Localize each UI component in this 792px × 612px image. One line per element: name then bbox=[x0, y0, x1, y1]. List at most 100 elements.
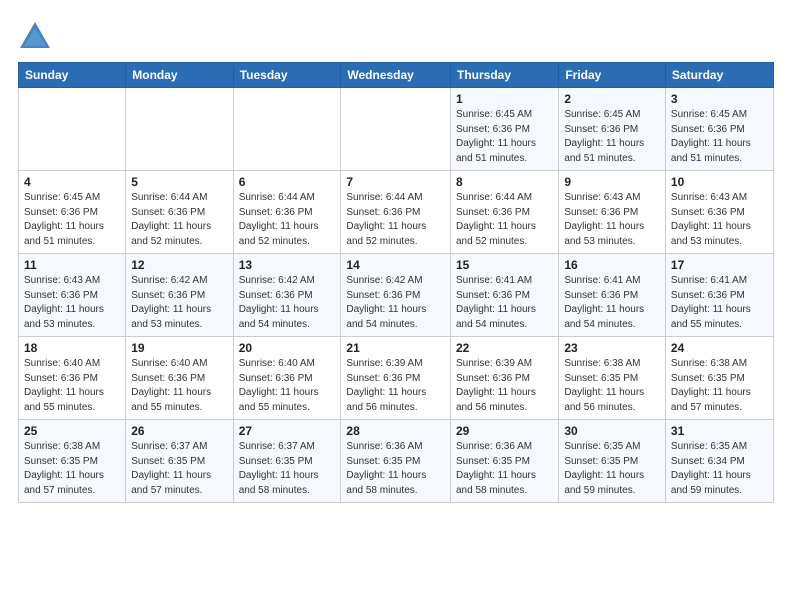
calendar-header: SundayMondayTuesdayWednesdayThursdayFrid… bbox=[19, 63, 774, 88]
calendar-cell: 12 Sunrise: 6:42 AM Sunset: 6:36 PM Dayli… bbox=[126, 254, 233, 337]
calendar-cell: 27 Sunrise: 6:37 AM Sunset: 6:35 PM Dayli… bbox=[233, 420, 341, 503]
day-info: Sunrise: 6:45 AM Sunset: 6:36 PM Dayligh… bbox=[24, 191, 120, 249]
day-number: 19 bbox=[131, 341, 227, 355]
day-info: Sunrise: 6:45 AM Sunset: 6:36 PM Dayligh… bbox=[564, 108, 660, 166]
calendar-cell: 16 Sunrise: 6:41 AM Sunset: 6:36 PM Dayli… bbox=[559, 254, 666, 337]
day-info: Sunrise: 6:42 AM Sunset: 6:36 PM Dayligh… bbox=[346, 274, 445, 332]
calendar-cell: 23 Sunrise: 6:38 AM Sunset: 6:35 PM Dayli… bbox=[559, 337, 666, 420]
day-number: 13 bbox=[239, 258, 336, 272]
calendar-cell: 19Sunrise: 6:40 AM Sunset: 6:36 PM Dayli… bbox=[126, 337, 233, 420]
day-info: Sunrise: 6:42 AM Sunset: 6:36 PM Dayligh… bbox=[131, 274, 227, 332]
day-info: Sunrise: 6:41 AM Sunset: 6:36 PM Dayligh… bbox=[564, 274, 660, 332]
weekday-header-row: SundayMondayTuesdayWednesdayThursdayFrid… bbox=[19, 63, 774, 88]
day-info: Sunrise: 6:38 AM Sunset: 6:35 PM Dayligh… bbox=[564, 357, 660, 415]
day-number: 7 bbox=[346, 175, 445, 189]
day-number: 25 bbox=[24, 424, 120, 438]
calendar-cell bbox=[126, 88, 233, 171]
calendar-cell: 25 Sunrise: 6:38 AM Sunset: 6:35 PM Dayli… bbox=[19, 420, 126, 503]
day-number: 30 bbox=[564, 424, 660, 438]
day-info: Sunrise: 6:39 AM Sunset: 6:36 PM Dayligh… bbox=[456, 357, 553, 415]
weekday-header-wednesday: Wednesday bbox=[341, 63, 451, 88]
day-info: Sunrise: 6:44 AM Sunset: 6:36 PM Dayligh… bbox=[131, 191, 227, 249]
calendar-week-5: 25 Sunrise: 6:38 AM Sunset: 6:35 PM Dayli… bbox=[19, 420, 774, 503]
day-info: Sunrise: 6:35 AM Sunset: 6:35 PM Dayligh… bbox=[564, 440, 660, 498]
day-info: Sunrise: 6:41 AM Sunset: 6:36 PM Dayligh… bbox=[671, 274, 768, 332]
calendar-week-4: 18 Sunrise: 6:40 AM Sunset: 6:36 PM Dayli… bbox=[19, 337, 774, 420]
calendar-cell: 7 Sunrise: 6:44 AM Sunset: 6:36 PM Daylig… bbox=[341, 171, 451, 254]
day-info: Sunrise: 6:38 AM Sunset: 6:35 PM Dayligh… bbox=[671, 357, 768, 415]
calendar-cell: 3Sunrise: 6:45 AM Sunset: 6:36 PM Daylig… bbox=[665, 88, 773, 171]
day-info: Sunrise: 6:43 AM Sunset: 6:36 PM Dayligh… bbox=[24, 274, 120, 332]
day-number: 8 bbox=[456, 175, 553, 189]
calendar-cell: 8 Sunrise: 6:44 AM Sunset: 6:36 PM Daylig… bbox=[450, 171, 558, 254]
day-number: 21 bbox=[346, 341, 445, 355]
day-info: Sunrise: 6:36 AM Sunset: 6:35 PM Dayligh… bbox=[456, 440, 553, 498]
calendar-body: 1 Sunrise: 6:45 AM Sunset: 6:36 PM Daylig… bbox=[19, 88, 774, 503]
page: SundayMondayTuesdayWednesdayThursdayFrid… bbox=[0, 0, 792, 519]
day-info: Sunrise: 6:44 AM Sunset: 6:36 PM Dayligh… bbox=[346, 191, 445, 249]
calendar-cell: 14 Sunrise: 6:42 AM Sunset: 6:36 PM Dayli… bbox=[341, 254, 451, 337]
day-number: 26 bbox=[131, 424, 227, 438]
day-info: Sunrise: 6:37 AM Sunset: 6:35 PM Dayligh… bbox=[239, 440, 336, 498]
day-number: 14 bbox=[346, 258, 445, 272]
day-number: 24 bbox=[671, 341, 768, 355]
calendar-cell: 11Sunrise: 6:43 AM Sunset: 6:36 PM Dayli… bbox=[19, 254, 126, 337]
calendar-cell: 6Sunrise: 6:44 AM Sunset: 6:36 PM Daylig… bbox=[233, 171, 341, 254]
calendar-cell: 22Sunrise: 6:39 AM Sunset: 6:36 PM Dayli… bbox=[450, 337, 558, 420]
day-number: 12 bbox=[131, 258, 227, 272]
calendar-cell bbox=[341, 88, 451, 171]
day-info: Sunrise: 6:40 AM Sunset: 6:36 PM Dayligh… bbox=[24, 357, 120, 415]
weekday-header-thursday: Thursday bbox=[450, 63, 558, 88]
day-info: Sunrise: 6:40 AM Sunset: 6:36 PM Dayligh… bbox=[239, 357, 336, 415]
day-info: Sunrise: 6:39 AM Sunset: 6:36 PM Dayligh… bbox=[346, 357, 445, 415]
day-number: 28 bbox=[346, 424, 445, 438]
day-info: Sunrise: 6:45 AM Sunset: 6:36 PM Dayligh… bbox=[456, 108, 553, 166]
day-info: Sunrise: 6:44 AM Sunset: 6:36 PM Dayligh… bbox=[456, 191, 553, 249]
header bbox=[18, 16, 774, 54]
day-number: 15 bbox=[456, 258, 553, 272]
calendar-week-1: 1 Sunrise: 6:45 AM Sunset: 6:36 PM Daylig… bbox=[19, 88, 774, 171]
day-number: 9 bbox=[564, 175, 660, 189]
day-info: Sunrise: 6:35 AM Sunset: 6:34 PM Dayligh… bbox=[671, 440, 768, 498]
calendar-cell: 10 Sunrise: 6:43 AM Sunset: 6:36 PM Dayli… bbox=[665, 171, 773, 254]
calendar-week-2: 4Sunrise: 6:45 AM Sunset: 6:36 PM Daylig… bbox=[19, 171, 774, 254]
calendar-cell: 2 Sunrise: 6:45 AM Sunset: 6:36 PM Daylig… bbox=[559, 88, 666, 171]
day-number: 23 bbox=[564, 341, 660, 355]
day-info: Sunrise: 6:38 AM Sunset: 6:35 PM Dayligh… bbox=[24, 440, 120, 498]
calendar-cell: 31 Sunrise: 6:35 AM Sunset: 6:34 PM Dayli… bbox=[665, 420, 773, 503]
calendar-week-3: 11Sunrise: 6:43 AM Sunset: 6:36 PM Dayli… bbox=[19, 254, 774, 337]
day-info: Sunrise: 6:45 AM Sunset: 6:36 PM Dayligh… bbox=[671, 108, 768, 166]
calendar-cell: 9 Sunrise: 6:43 AM Sunset: 6:36 PM Daylig… bbox=[559, 171, 666, 254]
calendar-cell: 1 Sunrise: 6:45 AM Sunset: 6:36 PM Daylig… bbox=[450, 88, 558, 171]
day-number: 31 bbox=[671, 424, 768, 438]
day-info: Sunrise: 6:41 AM Sunset: 6:36 PM Dayligh… bbox=[456, 274, 553, 332]
day-number: 17 bbox=[671, 258, 768, 272]
calendar-cell: 21 Sunrise: 6:39 AM Sunset: 6:36 PM Dayli… bbox=[341, 337, 451, 420]
calendar-table: SundayMondayTuesdayWednesdayThursdayFrid… bbox=[18, 62, 774, 503]
day-number: 2 bbox=[564, 92, 660, 106]
day-number: 18 bbox=[24, 341, 120, 355]
day-number: 10 bbox=[671, 175, 768, 189]
calendar-cell: 29 Sunrise: 6:36 AM Sunset: 6:35 PM Dayli… bbox=[450, 420, 558, 503]
calendar-cell: 26Sunrise: 6:37 AM Sunset: 6:35 PM Dayli… bbox=[126, 420, 233, 503]
calendar-cell: 4Sunrise: 6:45 AM Sunset: 6:36 PM Daylig… bbox=[19, 171, 126, 254]
weekday-header-sunday: Sunday bbox=[19, 63, 126, 88]
day-number: 1 bbox=[456, 92, 553, 106]
day-info: Sunrise: 6:36 AM Sunset: 6:35 PM Dayligh… bbox=[346, 440, 445, 498]
day-info: Sunrise: 6:43 AM Sunset: 6:36 PM Dayligh… bbox=[671, 191, 768, 249]
day-number: 5 bbox=[131, 175, 227, 189]
day-number: 27 bbox=[239, 424, 336, 438]
weekday-header-friday: Friday bbox=[559, 63, 666, 88]
calendar-cell: 13Sunrise: 6:42 AM Sunset: 6:36 PM Dayli… bbox=[233, 254, 341, 337]
calendar-cell: 15 Sunrise: 6:41 AM Sunset: 6:36 PM Dayli… bbox=[450, 254, 558, 337]
logo-area bbox=[18, 20, 56, 54]
day-number: 16 bbox=[564, 258, 660, 272]
calendar-cell: 20Sunrise: 6:40 AM Sunset: 6:36 PM Dayli… bbox=[233, 337, 341, 420]
calendar-cell: 30 Sunrise: 6:35 AM Sunset: 6:35 PM Dayli… bbox=[559, 420, 666, 503]
weekday-header-saturday: Saturday bbox=[665, 63, 773, 88]
day-number: 6 bbox=[239, 175, 336, 189]
weekday-header-monday: Monday bbox=[126, 63, 233, 88]
day-number: 29 bbox=[456, 424, 553, 438]
calendar-cell: 28 Sunrise: 6:36 AM Sunset: 6:35 PM Dayli… bbox=[341, 420, 451, 503]
day-info: Sunrise: 6:43 AM Sunset: 6:36 PM Dayligh… bbox=[564, 191, 660, 249]
